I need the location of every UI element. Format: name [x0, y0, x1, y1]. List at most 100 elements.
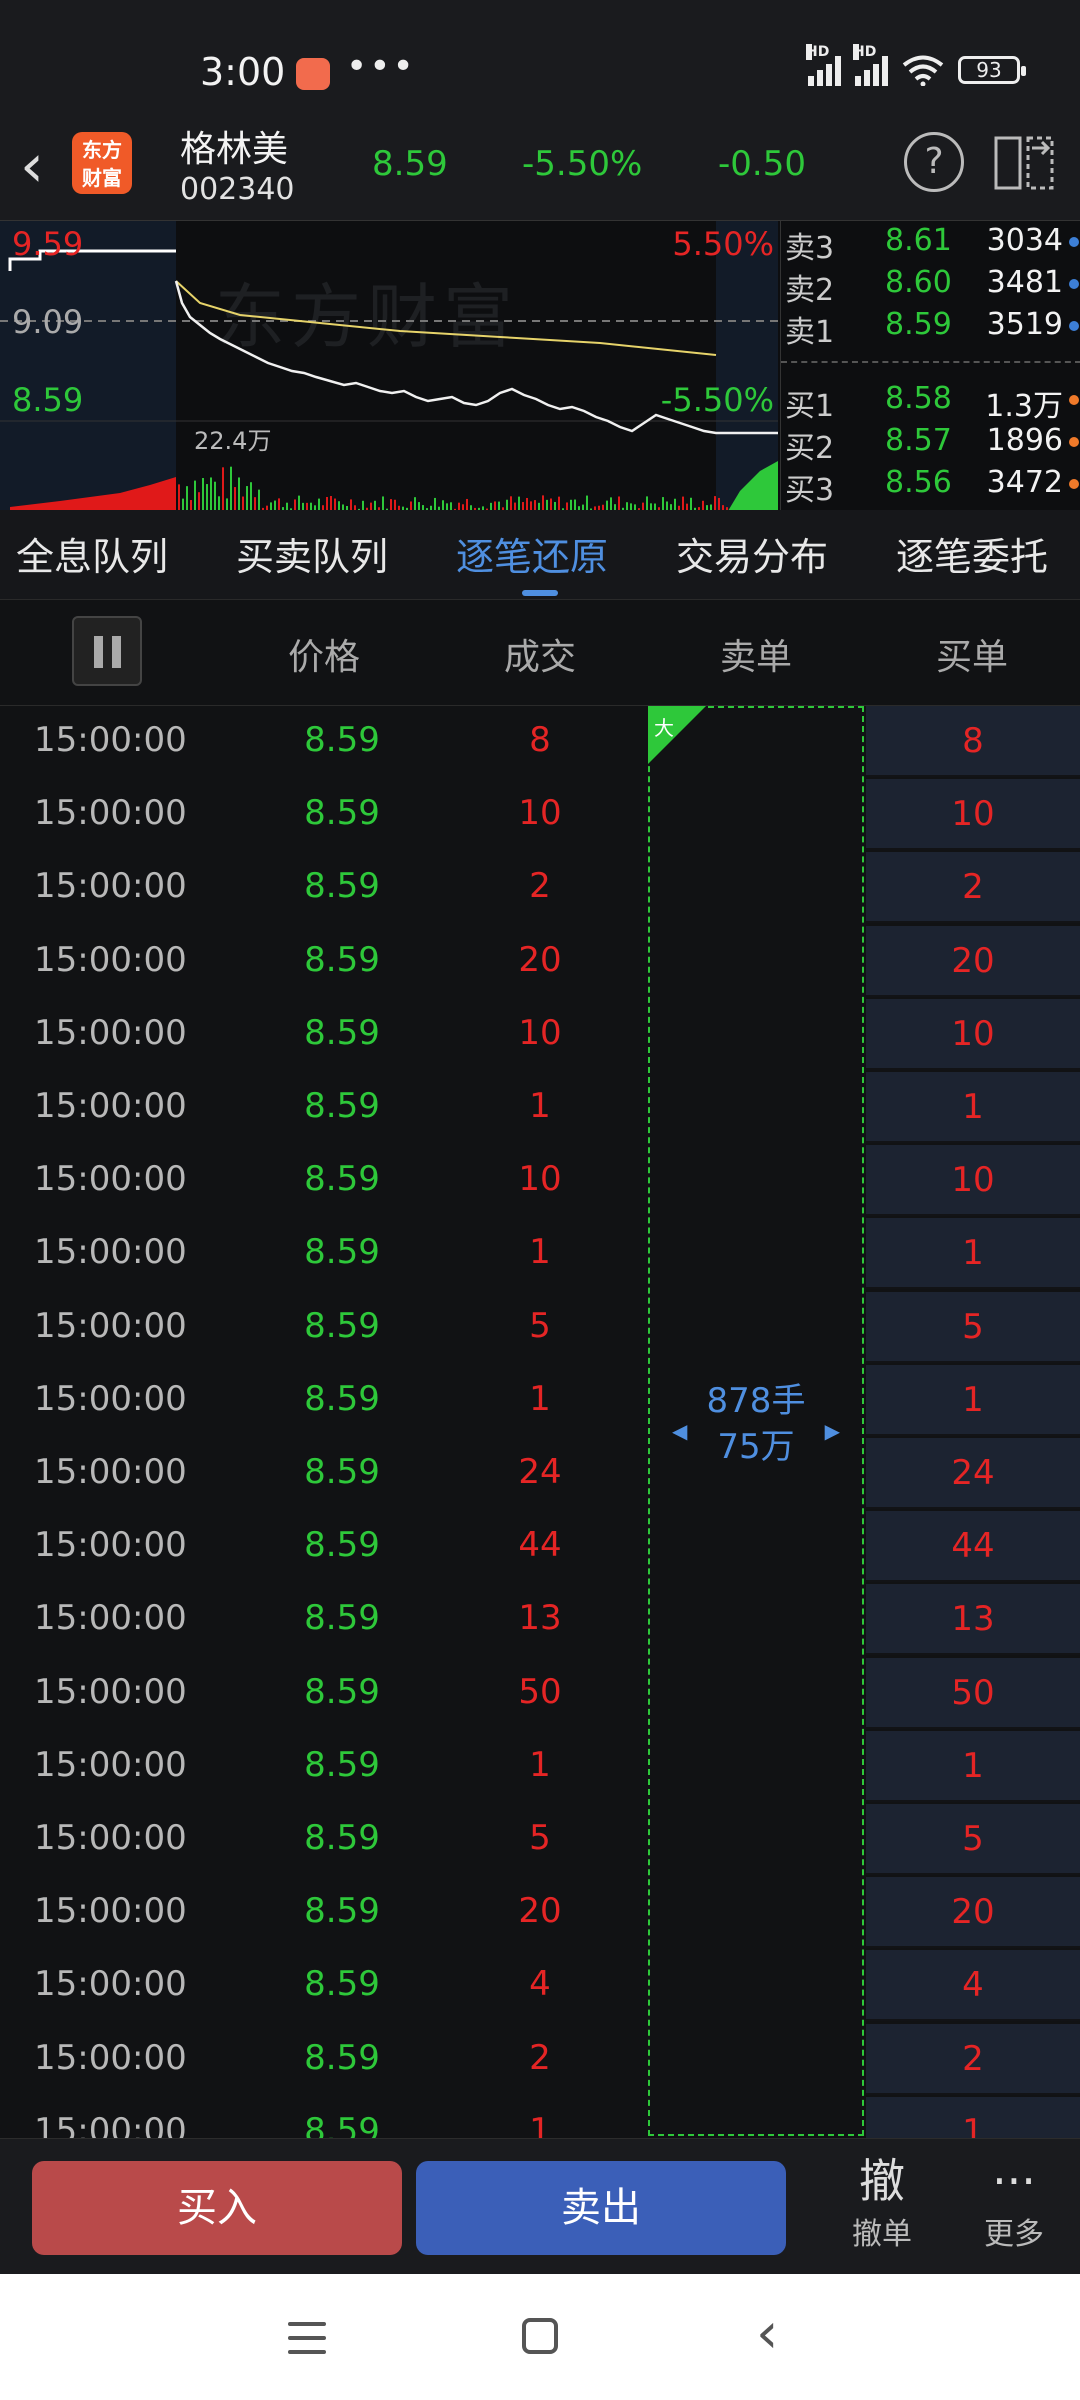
- tab-bid-ask-queue[interactable]: 买卖队列: [236, 526, 388, 581]
- chart-volume-label: 22.4万: [194, 427, 272, 455]
- tick-price: 8.59: [304, 1744, 380, 1785]
- tab-tick-restore[interactable]: 逐笔还原: [456, 526, 608, 581]
- list-header: 价格 成交 卖单 买单: [0, 600, 1080, 706]
- tick-volume: 5: [529, 1305, 551, 1346]
- cancel-order-button[interactable]: 撤 撤单: [822, 2153, 942, 2253]
- buy-order-volume: 2: [962, 867, 984, 908]
- right-arrow-icon: ▶: [824, 1419, 840, 1443]
- bid-label: 买3: [785, 473, 835, 508]
- home-icon[interactable]: [522, 2318, 558, 2354]
- tick-price: 8.59: [304, 2037, 380, 2078]
- tick-volume: 10: [518, 1012, 562, 1053]
- bid-label: 买1: [785, 389, 835, 424]
- tick-volume: 8: [529, 720, 551, 760]
- switch-layout-icon[interactable]: [994, 132, 1056, 192]
- tick-volume: 2: [529, 866, 551, 907]
- buy-order-cell: 10: [866, 998, 1080, 1070]
- tick-price: 8.59: [304, 1818, 380, 1858]
- buy-order-volume: 8: [962, 721, 984, 761]
- buy-order-volume: 13: [951, 1599, 995, 1640]
- tab-full-queue[interactable]: 全息队列: [16, 526, 168, 581]
- tick-time: 15:00:00: [34, 1159, 187, 1200]
- buy-order-volume: 1: [962, 2111, 984, 2138]
- tab-trade-distribution[interactable]: 交易分布: [676, 526, 828, 581]
- bid-price: 8.57: [885, 423, 952, 458]
- volume-bar: [234, 487, 236, 511]
- buy-order-cell: 5: [866, 1291, 1080, 1363]
- volume-bar: [586, 495, 588, 511]
- tick-time: 15:00:00: [34, 1598, 187, 1639]
- wifi-icon: [902, 55, 944, 86]
- more-notifications-icon: •••: [346, 46, 416, 87]
- table-row: 15:00:00 8.59 5 5: [0, 1804, 1080, 1877]
- chart-low-pct: -5.50%: [660, 381, 774, 419]
- order-book[interactable]: 卖3 8.61 3034 卖2 8.60 3481 卖1 8.59 3519 买…: [780, 220, 1080, 510]
- table-row: 15:00:00 8.59 20 20: [0, 925, 1080, 999]
- recent-apps-icon[interactable]: [288, 2322, 326, 2356]
- buy-button[interactable]: 买入: [32, 2161, 402, 2255]
- tick-price: 8.59: [304, 1232, 380, 1273]
- more-button[interactable]: ··· 更多: [954, 2153, 1074, 2253]
- ask-qty: 3519: [986, 307, 1063, 342]
- ask-price: 8.61: [885, 223, 952, 258]
- tick-time: 15:00:00: [34, 1671, 187, 1712]
- volume-bar: [326, 496, 328, 511]
- volume-bar: [194, 480, 196, 511]
- buy-order-cell: 5: [866, 1804, 1080, 1875]
- tick-time: 15:00:00: [34, 1452, 187, 1492]
- buy-order-cell: 20: [866, 925, 1080, 997]
- eastmoney-logo: 东方 财富: [72, 132, 132, 194]
- signal-icon: HD: [853, 44, 888, 86]
- sell-order-block[interactable]: 大 ◀ 878手 75万 ▶: [648, 706, 864, 2136]
- tab-tick-orders[interactable]: 逐笔委托: [896, 526, 1048, 581]
- stock-name[interactable]: 格林美: [180, 120, 288, 172]
- tick-price: 8.59: [304, 720, 380, 760]
- logo-text: 财富: [82, 166, 122, 190]
- tick-price: 8.59: [304, 939, 380, 980]
- average-price-line: [175, 280, 717, 356]
- buy-order-volume: 10: [951, 1160, 995, 1201]
- col-sell-order: 卖单: [719, 637, 792, 678]
- table-row: 15:00:00 8.59 50 50: [0, 1657, 1080, 1731]
- tick-price: 8.59: [304, 1452, 380, 1492]
- tick-time: 15:00:00: [34, 1744, 187, 1785]
- volume-bar: [254, 497, 256, 511]
- intraday-chart[interactable]: 东方财富 9.59 9.09 8.59 5.50% -5.50% 22.4万: [0, 220, 780, 511]
- change-percent: -5.50%: [522, 144, 643, 184]
- tick-price: 8.59: [304, 1671, 380, 1712]
- sell-button[interactable]: 卖出: [416, 2161, 786, 2255]
- pause-icon[interactable]: [72, 616, 142, 686]
- ask-label: 卖2: [785, 273, 835, 308]
- table-row: 15:00:00 8.59 13 13: [0, 1584, 1080, 1657]
- table-row: 15:00:00 8.59 2 2: [0, 2023, 1080, 2097]
- left-arrow-icon: ◀: [672, 1419, 688, 1443]
- bid-price: 8.58: [885, 381, 952, 416]
- back-icon[interactable]: ‹: [756, 2306, 778, 2362]
- bid-qty: 1896: [986, 423, 1063, 458]
- buy-order-volume: 4: [962, 1965, 984, 2006]
- tick-time: 15:00:00: [34, 939, 187, 980]
- volume-bars: [178, 466, 728, 511]
- help-icon[interactable]: ?: [904, 132, 964, 192]
- buy-order-cell: 13: [866, 1584, 1080, 1656]
- ask-label: 卖1: [785, 315, 835, 350]
- ask-qty: 3034: [986, 223, 1063, 258]
- active-tab-indicator: [522, 590, 558, 596]
- tick-list[interactable]: 15:00:00 8.59 8 8 15:00:00 8.59 10 10 15:00:00 8.…: [0, 706, 1080, 2138]
- trade-action-bar: 买入 卖出 撤 撤单 ··· 更多: [0, 2138, 1080, 2274]
- table-row: 15:00:00 8.59 10 10: [0, 998, 1080, 1072]
- col-buy-order: 买单: [935, 637, 1008, 678]
- buy-order-volume: 10: [951, 794, 995, 835]
- volume-bar: [382, 496, 384, 511]
- volume-bar: [246, 486, 248, 511]
- tick-time: 15:00:00: [34, 1964, 187, 2005]
- table-row: 15:00:00 8.59 1 1: [0, 1730, 1080, 1804]
- back-arrow-icon[interactable]: ‹: [20, 136, 44, 196]
- buy-order-volume: 5: [962, 1306, 984, 1347]
- bid-dot-icon: [1069, 479, 1079, 489]
- ask-price: 8.59: [885, 307, 952, 342]
- cancel-icon: 撤: [859, 2154, 905, 2208]
- bid-price: 8.56: [885, 465, 952, 500]
- bid-qty: 3472: [986, 465, 1063, 500]
- bid-qty: 1.3万: [985, 389, 1063, 424]
